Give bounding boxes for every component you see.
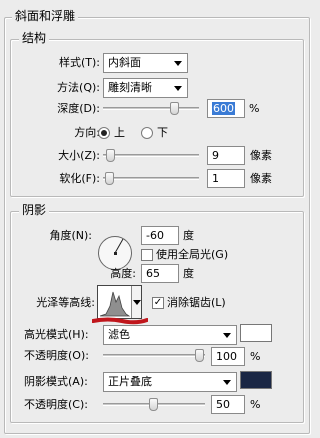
chevron-down-icon <box>174 61 182 66</box>
shadow-mode-select[interactable]: 正片叠底 <box>103 372 237 392</box>
size-slider-thumb[interactable] <box>106 149 115 162</box>
highlight-mode-value: 滤色 <box>108 328 130 341</box>
soften-slider-thumb[interactable] <box>105 172 114 185</box>
global-light-label[interactable]: 使用全局光(G) <box>156 246 228 264</box>
highlight-opacity-slider-thumb[interactable] <box>195 349 204 362</box>
gloss-contour-label: 光泽等高线: <box>36 296 95 309</box>
direction-up-label[interactable]: 上 <box>114 124 125 142</box>
shadow-mode-label: 阴影模式(A): <box>24 375 88 388</box>
panel-title: 斜面和浮雕 <box>12 9 79 23</box>
depth-unit: % <box>249 102 260 115</box>
altitude-input-value: 65 <box>146 267 160 280</box>
style-select-value: 内斜面 <box>108 56 141 69</box>
shadow-mode-value: 正片叠底 <box>108 375 152 388</box>
altitude-label: 高度: <box>110 267 136 280</box>
shadow-opacity-unit: % <box>250 398 261 411</box>
size-label: 大小(Z): <box>58 149 100 162</box>
size-slider[interactable] <box>103 149 199 162</box>
highlight-mode-select[interactable]: 滤色 <box>103 325 237 345</box>
angle-input-value: -60 <box>146 229 164 242</box>
shadow-opacity-input[interactable]: 50 <box>211 395 245 414</box>
annotation-underline <box>91 315 149 325</box>
highlight-color-swatch[interactable] <box>240 324 272 342</box>
angle-label: 角度(N): <box>49 229 92 242</box>
angle-input[interactable]: -60 <box>141 226 179 245</box>
chevron-down-icon <box>174 86 182 91</box>
size-input-value: 9 <box>212 149 219 162</box>
depth-slider-thumb[interactable] <box>170 102 179 115</box>
global-light-checkbox[interactable] <box>141 249 153 261</box>
anti-aliased-label[interactable]: 消除锯齿(L) <box>167 294 226 312</box>
technique-select[interactable]: 雕刻清晰 <box>103 78 188 98</box>
size-input[interactable]: 9 <box>207 146 245 165</box>
technique-select-value: 雕刻清晰 <box>108 81 152 94</box>
highlight-opacity-label: 不透明度(O): <box>24 349 89 362</box>
altitude-input[interactable]: 65 <box>141 264 179 283</box>
highlight-opacity-value: 100 <box>216 350 237 363</box>
contour-preview-icon <box>98 286 131 318</box>
depth-input[interactable]: 600 <box>207 99 245 118</box>
depth-label: 深度(D): <box>57 102 100 115</box>
direction-up-radio[interactable] <box>98 127 110 139</box>
gloss-contour-picker[interactable] <box>97 285 142 319</box>
soften-slider[interactable] <box>103 172 199 185</box>
soften-unit: 像素 <box>250 172 272 185</box>
depth-slider[interactable] <box>103 102 199 115</box>
structure-title: 结构 <box>19 31 50 45</box>
angle-unit: 度 <box>183 229 194 242</box>
highlight-mode-label: 高光模式(H): <box>24 328 89 341</box>
highlight-opacity-slider[interactable] <box>103 349 205 362</box>
soften-input[interactable]: 1 <box>207 169 245 188</box>
soften-label: 软化(F): <box>59 172 100 185</box>
anti-aliased-checkbox[interactable]: ✓ <box>152 297 164 309</box>
chevron-down-icon <box>133 300 141 305</box>
shading-title: 阴影 <box>19 203 50 217</box>
style-label: 样式(T): <box>58 56 100 69</box>
soften-input-value: 1 <box>212 172 219 185</box>
altitude-unit: 度 <box>183 267 194 280</box>
chevron-down-icon <box>223 380 231 385</box>
size-unit: 像素 <box>250 149 272 162</box>
highlight-opacity-input[interactable]: 100 <box>211 347 245 366</box>
shadow-opacity-value: 50 <box>216 398 230 411</box>
highlight-opacity-unit: % <box>250 350 261 363</box>
direction-down-label[interactable]: 下 <box>157 124 168 142</box>
shadow-opacity-slider-thumb[interactable] <box>149 398 158 411</box>
direction-label: 方向: <box>74 126 100 139</box>
depth-input-value: 600 <box>212 102 235 115</box>
checkmark-icon: ✓ <box>153 297 163 308</box>
shadow-color-swatch[interactable] <box>240 371 272 389</box>
style-select[interactable]: 内斜面 <box>103 53 188 73</box>
chevron-down-icon <box>223 333 231 338</box>
shadow-opacity-label: 不透明度(C): <box>24 398 88 411</box>
shadow-opacity-slider[interactable] <box>103 398 205 411</box>
technique-label: 方法(Q): <box>57 81 100 94</box>
direction-down-radio[interactable] <box>141 127 153 139</box>
